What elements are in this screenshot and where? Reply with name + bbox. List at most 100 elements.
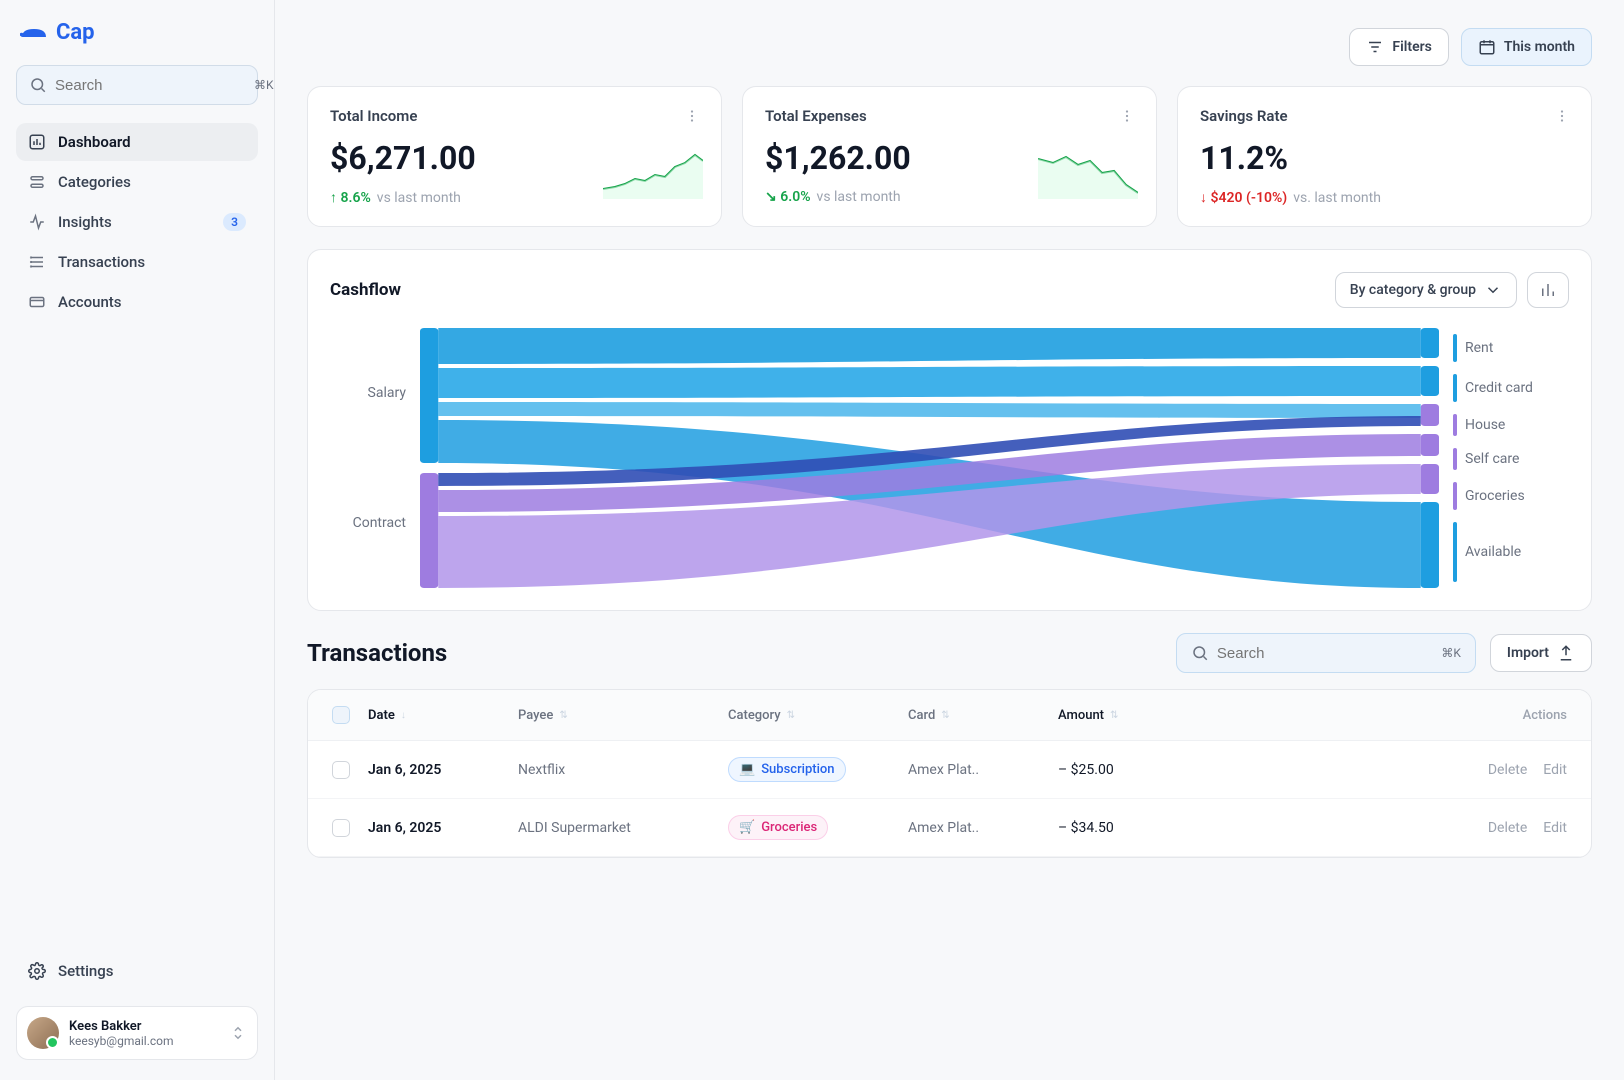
sidebar-item-transactions[interactable]: Transactions bbox=[16, 243, 258, 281]
change-sub: vs last month bbox=[377, 190, 461, 206]
search-icon bbox=[1191, 644, 1209, 662]
column-amount[interactable]: Amount⇅ bbox=[1058, 708, 1218, 723]
target-label: Self care bbox=[1465, 451, 1519, 467]
insights-icon bbox=[28, 213, 46, 231]
settings-label: Settings bbox=[58, 962, 114, 980]
transactions-header: Transactions ⌘K Import bbox=[307, 633, 1592, 673]
transactions-search[interactable]: ⌘K bbox=[1176, 633, 1476, 673]
table-row: Jan 6, 2025 ALDI Supermarket 🛒 Groceries… bbox=[308, 799, 1591, 857]
transactions-title: Transactions bbox=[307, 639, 447, 667]
category-pill[interactable]: 🛒 Groceries bbox=[728, 815, 828, 840]
cell-amount: – $34.50 bbox=[1058, 820, 1218, 836]
user-email: keesyb@gmail.com bbox=[69, 1034, 174, 1048]
sparkline bbox=[603, 149, 703, 199]
sort-icon: ⇅ bbox=[787, 710, 795, 721]
change-sub: vs last month bbox=[817, 189, 901, 205]
card-menu-button[interactable] bbox=[1114, 103, 1140, 129]
sort-down-icon: ↓ bbox=[401, 710, 406, 721]
sidebar-item-insights[interactable]: Insights 3 bbox=[16, 203, 258, 241]
card-title: Total Income bbox=[330, 107, 699, 125]
change-sub: vs. last month bbox=[1293, 190, 1381, 206]
target-label: House bbox=[1465, 417, 1505, 433]
target-label: Groceries bbox=[1465, 488, 1525, 504]
transactions-table: Date↓ Payee⇅ Category⇅ Card⇅ Amount⇅ Act… bbox=[307, 689, 1592, 858]
sidebar-item-label: Categories bbox=[58, 173, 131, 191]
target-label: Credit card bbox=[1465, 380, 1533, 396]
transactions-icon bbox=[28, 253, 46, 271]
target-label: Available bbox=[1465, 544, 1521, 560]
button-label: Filters bbox=[1392, 39, 1431, 55]
select-label: By category & group bbox=[1350, 282, 1476, 298]
kpi-cards: Total Income $6,271.00 ↑ 8.6% vs last mo… bbox=[307, 86, 1592, 227]
row-checkbox[interactable] bbox=[332, 819, 350, 837]
avatar bbox=[27, 1017, 59, 1049]
period-button[interactable]: This month bbox=[1461, 28, 1592, 66]
column-date[interactable]: Date↓ bbox=[368, 708, 518, 723]
sort-icon: ⇅ bbox=[941, 710, 949, 721]
delete-action[interactable]: Delete bbox=[1488, 762, 1527, 778]
groupby-select[interactable]: By category & group bbox=[1335, 272, 1517, 308]
app-logo[interactable]: Cap bbox=[16, 20, 258, 45]
delete-action[interactable]: Delete bbox=[1488, 820, 1527, 836]
filter-icon bbox=[1366, 38, 1384, 56]
sidebar-item-accounts[interactable]: Accounts bbox=[16, 283, 258, 321]
sidebar-item-label: Transactions bbox=[58, 253, 145, 271]
column-actions: Actions bbox=[1218, 708, 1567, 723]
transactions-search-input[interactable] bbox=[1217, 645, 1441, 662]
sidebar-item-label: Dashboard bbox=[58, 133, 131, 151]
calendar-icon bbox=[1478, 38, 1496, 56]
sankey-targets: Rent Credit card House Self care Groceri… bbox=[1439, 328, 1569, 588]
import-button[interactable]: Import bbox=[1490, 634, 1592, 672]
dashboard-icon bbox=[28, 133, 46, 151]
chart-type-button[interactable] bbox=[1527, 272, 1569, 308]
column-payee[interactable]: Payee⇅ bbox=[518, 708, 728, 723]
trend-up-icon: ↑ 8.6% bbox=[330, 189, 371, 206]
cashflow-title: Cashflow bbox=[330, 280, 401, 300]
source-label: Contract bbox=[330, 515, 406, 531]
sankey-sources: Salary Contract bbox=[330, 328, 420, 588]
kbd-shortcut: ⌘K bbox=[1441, 646, 1461, 660]
edit-action[interactable]: Edit bbox=[1543, 762, 1567, 778]
sidebar-search-input[interactable] bbox=[55, 77, 254, 94]
cap-icon bbox=[20, 23, 48, 43]
search-icon bbox=[29, 76, 47, 94]
sidebar-search[interactable]: ⌘K bbox=[16, 65, 258, 105]
app-name: Cap bbox=[56, 20, 95, 45]
topbar: Filters This month bbox=[307, 28, 1592, 66]
accounts-icon bbox=[28, 293, 46, 311]
cell-card: Amex Plat.. bbox=[908, 762, 1058, 778]
sidebar-item-label: Insights bbox=[58, 213, 112, 231]
cell-date: Jan 6, 2025 bbox=[368, 820, 518, 836]
user-menu[interactable]: Kees Bakker keesyb@gmail.com bbox=[16, 1006, 258, 1060]
sparkline bbox=[1038, 149, 1138, 199]
more-vertical-icon bbox=[683, 107, 701, 125]
filters-button[interactable]: Filters bbox=[1349, 28, 1448, 66]
sidebar-item-categories[interactable]: Categories bbox=[16, 163, 258, 201]
trend-down-red-icon: ↓ $420 (-10%) bbox=[1200, 189, 1287, 206]
column-card[interactable]: Card⇅ bbox=[908, 708, 1058, 723]
row-checkbox[interactable] bbox=[332, 761, 350, 779]
cell-payee: ALDI Supermarket bbox=[518, 820, 728, 836]
card-menu-button[interactable] bbox=[679, 103, 705, 129]
edit-action[interactable]: Edit bbox=[1543, 820, 1567, 836]
sidebar-item-settings[interactable]: Settings bbox=[16, 952, 258, 990]
sidebar-item-label: Accounts bbox=[58, 293, 122, 311]
badge-count: 3 bbox=[223, 213, 246, 231]
column-category[interactable]: Category⇅ bbox=[728, 708, 908, 723]
sort-icon: ⇅ bbox=[1110, 710, 1118, 721]
kbd-shortcut: ⌘K bbox=[254, 78, 274, 92]
sidebar-nav: Dashboard Categories Insights 3 Transact… bbox=[16, 123, 258, 321]
card-menu-button[interactable] bbox=[1549, 103, 1575, 129]
source-label: Salary bbox=[330, 385, 406, 401]
sankey-chart: Salary Contract bbox=[330, 328, 1569, 588]
select-all-checkbox[interactable] bbox=[332, 706, 350, 724]
card-value: 11.2% bbox=[1200, 139, 1569, 177]
trend-down-icon: ↘ 6.0% bbox=[765, 189, 811, 205]
sidebar: Cap ⌘K Dashboard Categories Insights 3 T… bbox=[0, 0, 275, 1080]
cashflow-panel: Cashflow By category & group Salary Cont… bbox=[307, 249, 1592, 611]
sort-icon: ⇅ bbox=[559, 710, 567, 721]
card-title: Savings Rate bbox=[1200, 107, 1569, 125]
more-vertical-icon bbox=[1553, 107, 1571, 125]
category-pill[interactable]: 💻 Subscription bbox=[728, 757, 846, 782]
sidebar-item-dashboard[interactable]: Dashboard bbox=[16, 123, 258, 161]
